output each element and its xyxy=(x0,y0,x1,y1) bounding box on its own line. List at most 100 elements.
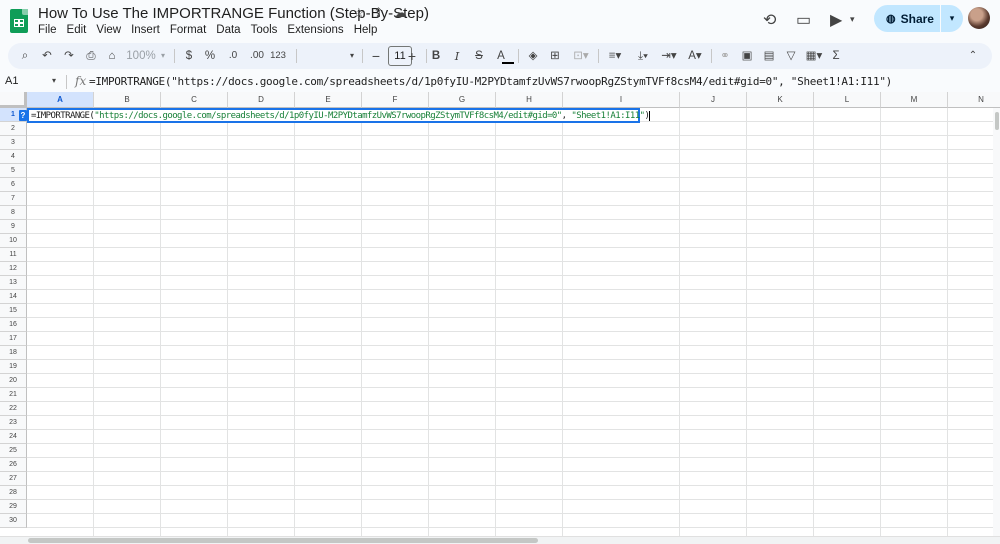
row-header-15[interactable]: 15 xyxy=(0,304,27,318)
column-header-f[interactable]: F xyxy=(362,92,429,108)
increase-decimal-button[interactable]: .00 xyxy=(246,47,268,65)
avatar[interactable] xyxy=(968,7,990,29)
merge-cells-icon[interactable]: ⊡▾ xyxy=(570,47,592,65)
column-header-d[interactable]: D xyxy=(228,92,295,108)
formula-help-icon[interactable]: ? xyxy=(19,110,27,121)
zoom-select[interactable]: 100% xyxy=(126,47,156,65)
redo-icon[interactable]: ↷ xyxy=(62,47,76,65)
text-rotation-icon[interactable]: A▾ xyxy=(684,47,706,65)
row-header-18[interactable]: 18 xyxy=(0,346,27,360)
fill-color-icon[interactable]: ◈ xyxy=(526,47,540,65)
increase-font-size-icon[interactable]: + xyxy=(406,47,418,65)
sheet-grid[interactable]: ABCDEFGHIJKLMN 1 2 3 4 5 6 7 8 9 10 11 12 13 14 15 16 17… xyxy=(0,92,1000,536)
row-header-21[interactable]: 21 xyxy=(0,388,27,402)
font-family-select[interactable] xyxy=(306,47,350,65)
column-header-e[interactable]: E xyxy=(295,92,362,108)
vertical-scroll-thumb[interactable] xyxy=(995,112,999,130)
row-header-3[interactable]: 3 xyxy=(0,136,27,150)
row-header-30[interactable]: 30 xyxy=(0,514,27,528)
menu-file[interactable]: File xyxy=(38,23,62,37)
version-history-icon[interactable]: ⟲ xyxy=(763,10,776,30)
row-header-12[interactable]: 12 xyxy=(0,262,27,276)
undo-icon[interactable]: ↶ xyxy=(40,47,54,65)
insert-comment-icon[interactable]: ▣ xyxy=(740,47,754,65)
insert-chart-icon[interactable]: ▤ xyxy=(762,47,776,65)
menu-edit[interactable]: Edit xyxy=(62,23,92,37)
bold-button[interactable]: B xyxy=(430,47,442,65)
menu-tools[interactable]: Tools xyxy=(246,23,283,37)
sheets-logo-icon[interactable] xyxy=(10,9,28,33)
row-header-2[interactable]: 2 xyxy=(0,122,27,136)
select-all-corner[interactable] xyxy=(0,92,27,108)
share-options-button[interactable]: ▾ xyxy=(941,5,963,32)
row-header-11[interactable]: 11 xyxy=(0,248,27,262)
meet-icon[interactable]: ▶ xyxy=(830,10,842,30)
column-header-c[interactable]: C xyxy=(161,92,228,108)
row-header-10[interactable]: 10 xyxy=(0,234,27,248)
row-header-19[interactable]: 19 xyxy=(0,360,27,374)
formula-input[interactable]: =IMPORTRANGE("https://docs.google.com/sp… xyxy=(89,75,892,88)
comments-icon[interactable]: ▭ xyxy=(796,10,811,30)
vertical-align-icon[interactable]: ⤓▾ xyxy=(632,47,654,65)
row-header-6[interactable]: 6 xyxy=(0,178,27,192)
menu-insert[interactable]: Insert xyxy=(126,23,165,37)
cell-area[interactable] xyxy=(27,108,1000,536)
column-header-l[interactable]: L xyxy=(814,92,881,108)
column-header-b[interactable]: B xyxy=(94,92,161,108)
row-header-26[interactable]: 26 xyxy=(0,458,27,472)
print-icon[interactable]: ⎙ xyxy=(84,47,98,65)
star-icon[interactable]: ☆ xyxy=(353,5,365,21)
decrease-font-size-icon[interactable]: − xyxy=(370,47,382,65)
move-folder-icon[interactable]: ⇪ xyxy=(373,5,384,21)
font-chevron-icon[interactable]: ▾ xyxy=(348,47,356,65)
column-header-k[interactable]: K xyxy=(747,92,814,108)
more-formats-button[interactable]: 123 xyxy=(266,47,290,65)
row-header-5[interactable]: 5 xyxy=(0,164,27,178)
italic-button[interactable]: I xyxy=(451,47,463,65)
active-cell-editor[interactable]: =IMPORTRANGE("https://docs.google.com/sp… xyxy=(27,108,651,123)
row-header-23[interactable]: 23 xyxy=(0,416,27,430)
row-header-25[interactable]: 25 xyxy=(0,444,27,458)
menu-format[interactable]: Format xyxy=(165,23,211,37)
column-header-h[interactable]: H xyxy=(496,92,563,108)
chevron-down-icon[interactable]: ▾ xyxy=(850,14,855,25)
name-box-chevron-icon[interactable]: ▾ xyxy=(52,76,56,85)
vertical-scrollbar[interactable] xyxy=(993,108,1000,536)
functions-button[interactable]: Σ xyxy=(830,47,842,65)
row-header-27[interactable]: 27 xyxy=(0,472,27,486)
horizontal-align-icon[interactable]: ≡▾ xyxy=(604,47,626,65)
document-title[interactable]: How To Use The IMPORTRANGE Function (Ste… xyxy=(38,5,429,22)
share-button[interactable]: ◍ Share xyxy=(874,5,940,32)
decrease-decimal-button[interactable]: .0 xyxy=(224,47,242,65)
row-header-7[interactable]: 7 xyxy=(0,192,27,206)
column-header-g[interactable]: G xyxy=(429,92,496,108)
search-menus-icon[interactable]: ⌕ xyxy=(18,47,32,65)
row-header-22[interactable]: 22 xyxy=(0,402,27,416)
insert-link-icon[interactable]: ⚭ xyxy=(718,47,732,65)
row-header-4[interactable]: 4 xyxy=(0,150,27,164)
row-header-29[interactable]: 29 xyxy=(0,500,27,514)
column-header-a[interactable]: A xyxy=(27,92,94,108)
column-header-i[interactable]: I xyxy=(563,92,680,108)
column-header-n[interactable]: N xyxy=(948,92,1000,108)
column-header-m[interactable]: M xyxy=(881,92,948,108)
column-header-j[interactable]: J xyxy=(680,92,747,108)
currency-format-button[interactable]: $ xyxy=(183,47,195,65)
strikethrough-button[interactable]: S xyxy=(473,47,485,65)
row-header-13[interactable]: 13 xyxy=(0,276,27,290)
percent-format-button[interactable]: % xyxy=(204,47,216,65)
cloud-status-icon[interactable]: ☁ xyxy=(394,5,407,21)
row-header-20[interactable]: 20 xyxy=(0,374,27,388)
menu-view[interactable]: View xyxy=(91,23,126,37)
filter-icon[interactable]: ▽ xyxy=(784,47,798,65)
paint-format-icon[interactable]: ⌂ xyxy=(105,47,119,65)
zoom-chevron-icon[interactable]: ▾ xyxy=(159,47,167,65)
row-header-24[interactable]: 24 xyxy=(0,430,27,444)
menu-extensions[interactable]: Extensions xyxy=(282,23,348,37)
borders-icon[interactable]: ⊞ xyxy=(548,47,562,65)
text-wrapping-icon[interactable]: ⇥▾ xyxy=(658,47,680,65)
row-header-28[interactable]: 28 xyxy=(0,486,27,500)
row-header-9[interactable]: 9 xyxy=(0,220,27,234)
menu-data[interactable]: Data xyxy=(211,23,245,37)
collapse-toolbar-icon[interactable]: ⌃ xyxy=(966,47,980,65)
